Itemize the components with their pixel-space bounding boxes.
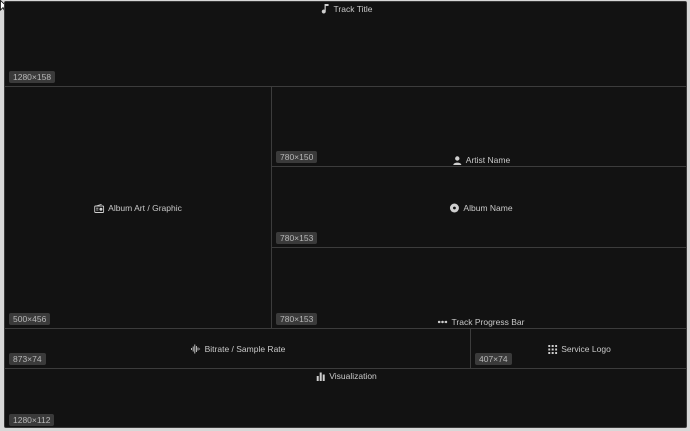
- service-logo-text: Service Logo: [561, 344, 611, 354]
- track-title-label-group: Track Title: [320, 4, 373, 14]
- bitrate-text: Bitrate / Sample Rate: [204, 344, 286, 354]
- grid-icon: [547, 344, 557, 354]
- album-art-text: Album Art / Graphic: [108, 203, 182, 213]
- visualization-panel[interactable]: Visualization 1280×112: [5, 369, 686, 427]
- person-icon: [452, 155, 462, 165]
- music-note-icon: [320, 4, 330, 14]
- track-progress-text: Track Progress Bar: [451, 317, 525, 327]
- album-name-panel[interactable]: Album Name 780×153: [272, 167, 686, 248]
- layout-preview-frame: Track Title 1280×158 Album Art / Graphic…: [4, 1, 687, 428]
- waveform-icon: [191, 344, 201, 354]
- service-logo-dims-badge: 407×74: [475, 353, 512, 365]
- progress-dots-icon: [437, 317, 448, 327]
- album-name-dims-badge: 780×153: [276, 232, 318, 244]
- album-name-text: Album Name: [463, 203, 513, 213]
- artist-name-panel[interactable]: Artist Name 780×150: [272, 87, 686, 167]
- bitrate-dims-badge: 873×74: [9, 353, 46, 365]
- visualization-dims-badge: 1280×112: [9, 414, 55, 426]
- artist-name-text: Artist Name: [465, 155, 511, 165]
- album-art-panel[interactable]: Album Art / Graphic 500×456: [5, 87, 272, 329]
- album-name-label-group: Album Name: [449, 203, 513, 213]
- visualization-label-group: Visualization: [315, 371, 377, 381]
- disc-icon: [449, 203, 459, 213]
- track-progress-label-group: Track Progress Bar: [437, 317, 525, 327]
- bitrate-label-group: Bitrate / Sample Rate: [191, 344, 286, 354]
- service-logo-panel[interactable]: Service Logo 407×74: [471, 329, 686, 369]
- track-progress-dims-badge: 780×153: [276, 313, 318, 325]
- bar-chart-icon: [315, 371, 325, 381]
- visualization-text: Visualization: [329, 371, 377, 381]
- artist-name-dims-badge: 780×150: [276, 151, 318, 163]
- track-title-text: Track Title: [333, 4, 373, 14]
- track-title-dims-badge: 1280×158: [9, 71, 56, 83]
- track-title-panel[interactable]: Track Title 1280×158: [5, 2, 686, 87]
- artist-name-label-group: Artist Name: [452, 155, 510, 165]
- album-art-label-group: Album Art / Graphic: [94, 203, 182, 213]
- bitrate-panel[interactable]: Bitrate / Sample Rate 873×74: [5, 329, 471, 369]
- album-art-dims-badge: 500×456: [9, 313, 51, 325]
- track-progress-panel[interactable]: Track Progress Bar 780×153: [272, 248, 686, 329]
- service-logo-label-group: Service Logo: [547, 344, 611, 354]
- radio-icon: [94, 203, 105, 213]
